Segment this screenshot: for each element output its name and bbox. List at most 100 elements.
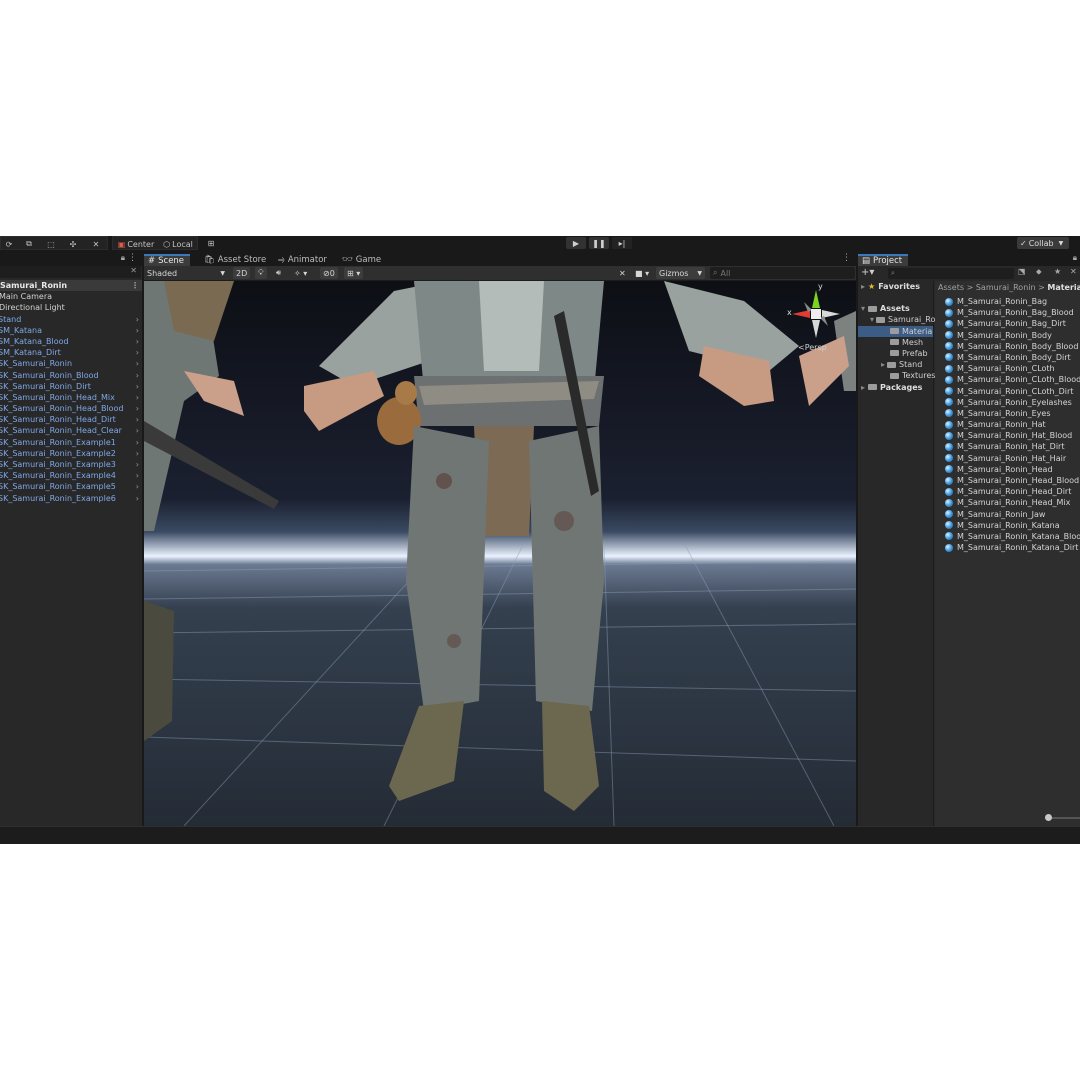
- hierarchy-item[interactable]: SK_Samurai_Ronin_Example6 ›: [0, 493, 142, 504]
- grid-toggle-icon[interactable]: ⊞ ▾: [344, 267, 364, 279]
- kebab-menu-icon[interactable]: ⋮: [128, 253, 137, 263]
- custom-tool-icon[interactable]: ✕: [87, 238, 105, 250]
- lighting-toggle-icon[interactable]: 💡︎: [255, 267, 267, 279]
- material-item[interactable]: M_Samurai_Ronin_Head_Dirt: [935, 486, 1080, 497]
- tab-scene[interactable]: # Scene: [144, 254, 190, 266]
- breadcrumb-current[interactable]: Materia: [1047, 283, 1080, 292]
- play-button[interactable]: ▶: [566, 237, 586, 249]
- chevron-right-icon[interactable]: ›: [136, 481, 139, 492]
- scale-tool-icon[interactable]: ⧉: [21, 238, 37, 250]
- kebab-menu-icon[interactable]: ⋮: [131, 280, 139, 291]
- step-button[interactable]: ▸|: [612, 237, 632, 249]
- hierarchy-search-input[interactable]: ✕: [0, 266, 141, 278]
- tab-asset-store[interactable]: 🛍︎ Asset Store: [200, 254, 270, 266]
- collab-button[interactable]: ✓ Collab ▼: [1017, 237, 1069, 249]
- chevron-right-icon[interactable]: ›: [136, 437, 139, 448]
- rotate-tool-icon[interactable]: ⟳: [1, 238, 17, 250]
- chevron-right-icon[interactable]: ›: [136, 448, 139, 459]
- filter-by-label-icon[interactable]: ⬥: [1036, 267, 1042, 277]
- hierarchy-item[interactable]: SK_Samurai_Ronin_Dirt ›: [0, 381, 142, 392]
- rect-tool-icon[interactable]: ⬚: [43, 238, 59, 250]
- chevron-right-icon[interactable]: ›: [136, 459, 139, 470]
- material-item[interactable]: M_Samurai_Ronin_Hat_Dirt: [935, 441, 1080, 452]
- pivot-local-button[interactable]: ⬡ Local: [159, 238, 197, 250]
- breadcrumb-item[interactable]: Samurai_Ronin: [976, 283, 1036, 292]
- transform-tool-icon[interactable]: ✣: [65, 238, 81, 250]
- chevron-right-icon[interactable]: ›: [136, 325, 139, 336]
- chevron-right-icon[interactable]: ›: [136, 493, 139, 504]
- hierarchy-item[interactable]: SK_Samurai_Ronin ›: [0, 358, 142, 369]
- zoom-slider[interactable]: [1045, 814, 1080, 821]
- pivot-center-button[interactable]: ▣ Center: [115, 238, 157, 250]
- favorite-star-icon[interactable]: ★: [1054, 267, 1061, 276]
- hierarchy-item[interactable]: SK_Samurai_Ronin_Example1 ›: [0, 437, 142, 448]
- hierarchy-item[interactable]: SM_Katana_Blood ›: [0, 336, 142, 347]
- hierarchy-item[interactable]: SK_Samurai_Ronin_Example2 ›: [0, 448, 142, 459]
- packages-folder[interactable]: ▸ Packages: [858, 382, 933, 393]
- hierarchy-item[interactable]: SM_Katana_Dirt ›: [0, 347, 142, 358]
- material-item[interactable]: M_Samurai_Ronin_CLoth_Dirt: [935, 386, 1080, 397]
- material-item[interactable]: M_Samurai_Ronin_Katana_Blood: [935, 531, 1080, 542]
- hierarchy-item[interactable]: SK_Samurai_Ronin_Example3 ›: [0, 459, 142, 470]
- slider-handle[interactable]: [1045, 814, 1052, 821]
- project-subfolder[interactable]: Materia: [858, 325, 933, 337]
- material-item[interactable]: M_Samurai_Ronin_Eyelashes: [935, 397, 1080, 408]
- project-subfolder[interactable]: Textures: [858, 370, 935, 381]
- tab-animator[interactable]: ⥤ Animator: [274, 254, 331, 266]
- material-item[interactable]: M_Samurai_Ronin_Eyes: [935, 408, 1080, 419]
- hierarchy-item[interactable]: SK_Samurai_Ronin_Example5 ›: [0, 481, 142, 492]
- material-item[interactable]: M_Samurai_Ronin_Bag_Blood: [935, 307, 1080, 318]
- snap-grid-icon[interactable]: ⊞: [204, 237, 218, 249]
- chevron-right-icon[interactable]: ›: [136, 381, 139, 392]
- gizmos-dropdown[interactable]: Gizmos ▼: [656, 267, 705, 279]
- hierarchy-item[interactable]: Directional Light: [0, 302, 142, 313]
- scene-header[interactable]: Samurai_Ronin ⋮: [0, 280, 142, 292]
- lock-icon[interactable]: 🔒︎: [121, 253, 125, 263]
- tab-game[interactable]: 👓︎ Game: [338, 254, 385, 266]
- favorites-item[interactable]: ▸ ★ Favorites: [858, 281, 933, 292]
- effects-dropdown-icon[interactable]: ✧ ▾: [291, 267, 310, 279]
- material-item[interactable]: M_Samurai_Ronin_Head_Mix: [935, 497, 1080, 508]
- breadcrumb-item[interactable]: Assets: [938, 283, 964, 292]
- material-item[interactable]: M_Samurai_Ronin_Body: [935, 330, 1080, 341]
- material-item[interactable]: M_Samurai_Ronin_Bag_Dirt: [935, 318, 1080, 329]
- hierarchy-item[interactable]: SM_Katana ›: [0, 325, 142, 336]
- material-item[interactable]: M_Samurai_Ronin_Body_Dirt: [935, 352, 1080, 363]
- material-item[interactable]: M_Samurai_Ronin_Head_Blood: [935, 475, 1080, 486]
- scene-viewport[interactable]: y x <Persp: [144, 281, 856, 826]
- hierarchy-item[interactable]: SK_Samurai_Ronin_Head_Dirt ›: [0, 414, 142, 425]
- project-subfolder[interactable]: Mesh: [858, 337, 933, 348]
- scene-search-input[interactable]: ⌕ All: [710, 267, 855, 279]
- material-item[interactable]: M_Samurai_Ronin_Hat_Blood: [935, 430, 1080, 441]
- camera-dropdown-icon[interactable]: ■ ▾: [632, 267, 652, 279]
- shading-mode-dropdown[interactable]: Shaded ▼: [144, 267, 228, 279]
- samurai-folder[interactable]: ▾ Samurai_Ro: [858, 314, 935, 325]
- 2d-toggle-button[interactable]: 2D: [233, 267, 251, 279]
- orientation-gizmo[interactable]: y x <Persp: [786, 282, 846, 356]
- material-item[interactable]: M_Samurai_Ronin_Head: [935, 464, 1080, 475]
- hierarchy-item[interactable]: SK_Samurai_Ronin_Example4 ›: [0, 470, 142, 481]
- material-item[interactable]: M_Samurai_Ronin_Bag: [935, 296, 1080, 307]
- clear-search-icon[interactable]: ✕: [130, 266, 137, 275]
- tools-icon[interactable]: ✕: [616, 267, 629, 279]
- chevron-right-icon[interactable]: ›: [136, 347, 139, 358]
- material-item[interactable]: M_Samurai_Ronin_Body_Blood: [935, 341, 1080, 352]
- hierarchy-item[interactable]: Stand ›: [0, 314, 142, 325]
- material-item[interactable]: M_Samurai_Ronin_CLoth: [935, 363, 1080, 374]
- kebab-menu-icon[interactable]: ⋮: [842, 253, 851, 263]
- tab-project[interactable]: ▤ Project: [858, 254, 908, 266]
- project-search-input[interactable]: ⌕: [888, 268, 1014, 279]
- chevron-right-icon[interactable]: ›: [136, 470, 139, 481]
- hidden-objects-toggle[interactable]: ⊘ 0: [320, 267, 338, 279]
- chevron-right-icon[interactable]: ›: [136, 370, 139, 381]
- chevron-right-icon[interactable]: ›: [136, 403, 139, 414]
- material-item[interactable]: M_Samurai_Ronin_Katana: [935, 520, 1080, 531]
- chevron-right-icon[interactable]: ›: [136, 425, 139, 436]
- hierarchy-item[interactable]: Main Camera: [0, 291, 142, 302]
- chevron-right-icon[interactable]: ›: [136, 358, 139, 369]
- assets-folder[interactable]: ▾ Assets: [858, 303, 933, 314]
- hierarchy-item[interactable]: SK_Samurai_Ronin_Blood ›: [0, 370, 142, 381]
- filter-by-type-icon[interactable]: ⬔: [1018, 267, 1026, 276]
- lock-icon[interactable]: 🔒︎: [1073, 253, 1077, 263]
- material-item[interactable]: M_Samurai_Ronin_Hat_Hair: [935, 453, 1080, 464]
